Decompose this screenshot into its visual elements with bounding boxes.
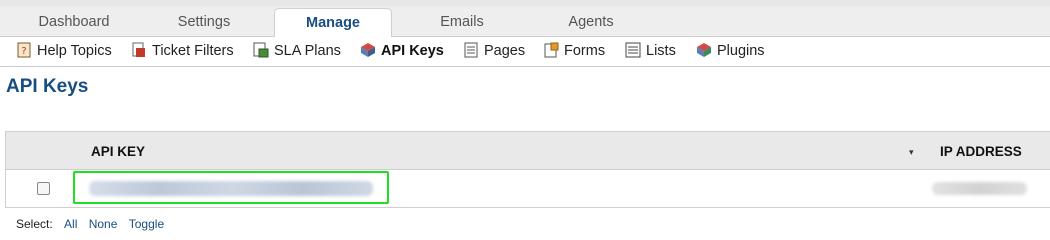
- subnav-forms[interactable]: Forms: [543, 37, 605, 66]
- sort-caret-icon[interactable]: ▾: [909, 132, 914, 170]
- sub-navigation: ? Help Topics Ticket Filters SLA Plans A…: [0, 37, 1050, 67]
- pages-icon: [464, 42, 478, 58]
- tab-settings[interactable]: Settings: [140, 8, 268, 36]
- forms-icon: [544, 42, 559, 58]
- api-key-cell[interactable]: [73, 171, 389, 204]
- tab-dashboard[interactable]: Dashboard: [10, 8, 138, 36]
- api-keys-table: API KEY ▾ IP ADDRESS: [5, 131, 1050, 208]
- redacted-api-key: [89, 181, 373, 196]
- select-all-link[interactable]: All: [64, 217, 77, 231]
- column-header-ip-address[interactable]: IP ADDRESS: [940, 132, 1022, 170]
- page-title: API Keys: [6, 76, 89, 97]
- help-topics-icon: ?: [17, 42, 31, 58]
- column-header-api-key[interactable]: API KEY: [91, 132, 145, 170]
- subnav-ticket-filters[interactable]: Ticket Filters: [131, 37, 234, 66]
- subnav-label: Plugins: [717, 43, 765, 59]
- tab-agents[interactable]: Agents: [527, 8, 655, 36]
- subnav-label: Help Topics: [37, 43, 112, 59]
- subnav-label: API Keys: [381, 43, 444, 59]
- subnav-label: Lists: [646, 43, 676, 59]
- select-toggle-link[interactable]: Toggle: [129, 217, 164, 231]
- selection-controls: Select: All None Toggle: [16, 217, 164, 231]
- subnav-api-keys[interactable]: API Keys: [360, 37, 444, 66]
- api-keys-icon: [361, 43, 375, 57]
- sla-plans-icon: [253, 42, 269, 58]
- subnav-label: Ticket Filters: [152, 43, 234, 59]
- subnav-plugins[interactable]: Plugins: [696, 37, 765, 66]
- plugins-icon: [697, 43, 711, 57]
- subnav-help-topics[interactable]: ? Help Topics: [16, 37, 112, 66]
- table-row[interactable]: [6, 170, 1050, 208]
- redacted-ip-address: [932, 182, 1027, 195]
- lists-icon: [625, 42, 641, 58]
- subnav-label: Pages: [484, 43, 526, 59]
- subnav-lists[interactable]: Lists: [625, 37, 676, 66]
- filter-icon: [132, 42, 145, 57]
- subnav-sla-plans[interactable]: SLA Plans: [253, 37, 341, 66]
- tab-emails[interactable]: Emails: [398, 8, 526, 36]
- subnav-label: Forms: [564, 43, 606, 59]
- row-checkbox[interactable]: [37, 182, 50, 195]
- select-label: Select:: [16, 217, 53, 231]
- tab-manage[interactable]: Manage: [274, 8, 392, 38]
- subnav-pages[interactable]: Pages: [463, 37, 525, 66]
- subnav-label: SLA Plans: [274, 43, 341, 59]
- main-tab-bar: Dashboard Settings Manage Emails Agents: [0, 6, 1050, 38]
- svg-text:?: ?: [21, 46, 26, 57]
- table-header: API KEY ▾ IP ADDRESS: [6, 132, 1050, 170]
- select-none-link[interactable]: None: [89, 217, 118, 231]
